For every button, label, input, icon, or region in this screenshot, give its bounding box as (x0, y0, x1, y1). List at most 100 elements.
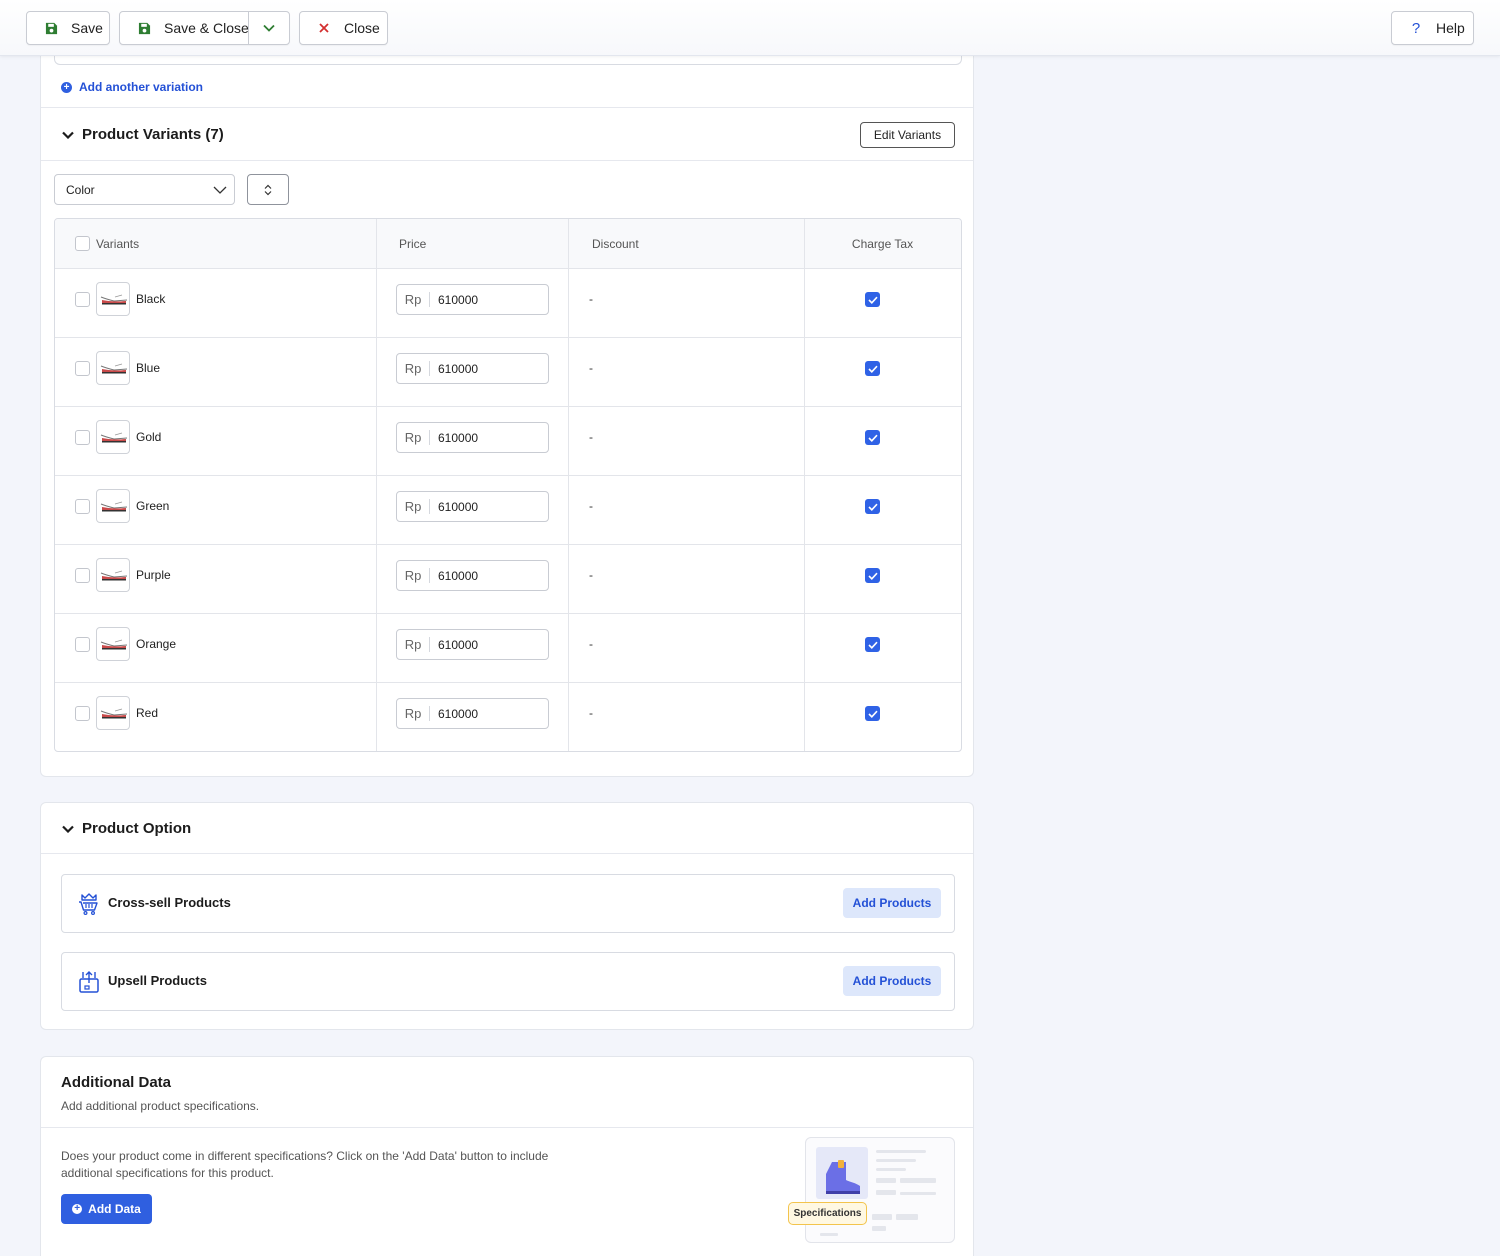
price-value: 610000 (438, 706, 479, 721)
save-close-button[interactable]: Save & Close (119, 11, 290, 45)
checkmark-icon (867, 641, 878, 649)
group-by-select[interactable]: Color (54, 174, 235, 205)
cross-sell-label: Cross-sell Products (108, 895, 231, 910)
checkmark-icon (867, 296, 878, 304)
product-option-header[interactable]: Product Option (61, 820, 191, 837)
variant-thumbnail[interactable] (96, 696, 130, 730)
product-option-title: Product Option (82, 820, 192, 837)
cross-sell-products-row: Cross-sell Products Add Products (61, 874, 955, 933)
discount-value: - (589, 430, 593, 444)
price-input[interactable]: Rp 610000 (396, 422, 549, 453)
upsell-label: Upsell Products (108, 973, 207, 988)
add-upsell-products-button[interactable]: Add Products (843, 966, 941, 996)
checkmark-icon (867, 710, 878, 718)
column-divider (376, 219, 377, 751)
product-variants-header[interactable]: Product Variants (7) (61, 126, 224, 143)
save-close-label: Save & Close (164, 20, 249, 36)
product-option-card: Product Option Cross-sell Products Add P… (40, 802, 974, 1030)
question-icon: ? (1411, 19, 1421, 37)
group-by-value: Color (66, 182, 95, 197)
table-header: Variants Price Discount Charge Tax (55, 219, 961, 269)
variant-thumbnail[interactable] (96, 489, 130, 523)
product-variants-title: Product Variants (7) (82, 126, 224, 143)
sort-button[interactable] (247, 174, 289, 205)
edit-variants-button[interactable]: Edit Variants (860, 122, 955, 148)
charge-tax-checkbox[interactable] (865, 430, 880, 445)
price-input[interactable]: Rp 610000 (396, 560, 549, 591)
checkmark-icon (867, 572, 878, 580)
charge-tax-checkbox[interactable] (865, 568, 880, 583)
price-value: 610000 (438, 292, 479, 307)
currency-prefix: Rp (397, 361, 430, 376)
divider (41, 160, 973, 161)
price-value: 610000 (438, 568, 479, 583)
variant-name: Red (136, 706, 159, 720)
price-input[interactable]: Rp 610000 (396, 353, 549, 384)
variant-thumbnail[interactable] (96, 627, 130, 661)
row-select-checkbox[interactable] (75, 706, 90, 721)
row-select-checkbox[interactable] (75, 637, 90, 652)
chevron-down-icon (61, 128, 75, 142)
row-select-checkbox[interactable] (75, 568, 90, 583)
variant-thumbnail[interactable] (96, 558, 130, 592)
charge-tax-checkbox[interactable] (865, 292, 880, 307)
charge-tax-checkbox[interactable] (865, 361, 880, 376)
variant-name: Gold (136, 430, 162, 444)
row-select-checkbox[interactable] (75, 499, 90, 514)
price-input[interactable]: Rp 610000 (396, 491, 549, 522)
add-data-label: Add Data (88, 1202, 141, 1216)
column-header-discount: Discount (592, 237, 639, 251)
variant-thumbnail[interactable] (96, 282, 130, 316)
currency-prefix: Rp (397, 292, 430, 307)
discount-value: - (589, 706, 593, 720)
checkmark-icon (867, 434, 878, 442)
additional-data-subtitle: Add additional product specifications. (61, 1099, 260, 1113)
add-cross-sell-products-button[interactable]: Add Products (843, 888, 941, 918)
variant-name: Orange (136, 637, 177, 651)
cart-crown-icon (79, 893, 98, 916)
row-select-checkbox[interactable] (75, 361, 90, 376)
discount-value: - (589, 361, 593, 375)
upsell-products-row: Upsell Products Add Products (61, 952, 955, 1011)
additional-data-card: Additional Data Add additional product s… (40, 1056, 974, 1256)
charge-tax-checkbox[interactable] (865, 706, 880, 721)
variants-table: Variants Price Discount Charge Tax Black… (54, 218, 962, 752)
price-input[interactable]: Rp 610000 (396, 629, 549, 660)
table-row: Red Rp 610000 - (55, 683, 961, 751)
charge-tax-checkbox[interactable] (865, 637, 880, 652)
help-button[interactable]: ? Help (1391, 11, 1474, 45)
add-another-variation-link[interactable]: + Add another variation (61, 80, 203, 94)
row-select-checkbox[interactable] (75, 292, 90, 307)
close-button[interactable]: Close (299, 11, 388, 45)
variant-name: Green (136, 499, 170, 513)
plus-circle-icon: + (72, 1204, 83, 1214)
discount-value: - (589, 568, 593, 582)
row-select-checkbox[interactable] (75, 430, 90, 445)
currency-prefix: Rp (397, 637, 430, 652)
column-header-price: Price (399, 237, 427, 251)
currency-prefix: Rp (397, 430, 430, 445)
price-input[interactable]: Rp 610000 (396, 284, 549, 315)
column-divider (568, 219, 569, 751)
price-input[interactable]: Rp 610000 (396, 698, 549, 729)
divider (41, 1127, 973, 1128)
price-value: 610000 (438, 637, 479, 652)
save-button[interactable]: Save (26, 11, 110, 45)
column-header-charge-tax: Charge Tax (851, 237, 914, 251)
variant-thumbnail[interactable] (96, 420, 130, 454)
save-options-dropdown[interactable] (248, 12, 289, 44)
variant-thumbnail[interactable] (96, 351, 130, 385)
sort-icon (264, 184, 272, 195)
table-row: Gold Rp 610000 - (55, 407, 961, 476)
currency-prefix: Rp (397, 499, 430, 514)
discount-value: - (589, 292, 593, 306)
close-icon (316, 20, 332, 36)
floppy-disk-icon (136, 20, 152, 36)
charge-tax-checkbox[interactable] (865, 499, 880, 514)
add-data-button[interactable]: + Add Data (61, 1194, 152, 1224)
table-row: Black Rp 610000 - (55, 269, 961, 338)
close-label: Close (344, 20, 380, 36)
select-all-checkbox[interactable] (75, 236, 90, 251)
toolbar: Save Save & Close Close ? Help (0, 0, 1500, 56)
table-row: Orange Rp 610000 - (55, 614, 961, 683)
